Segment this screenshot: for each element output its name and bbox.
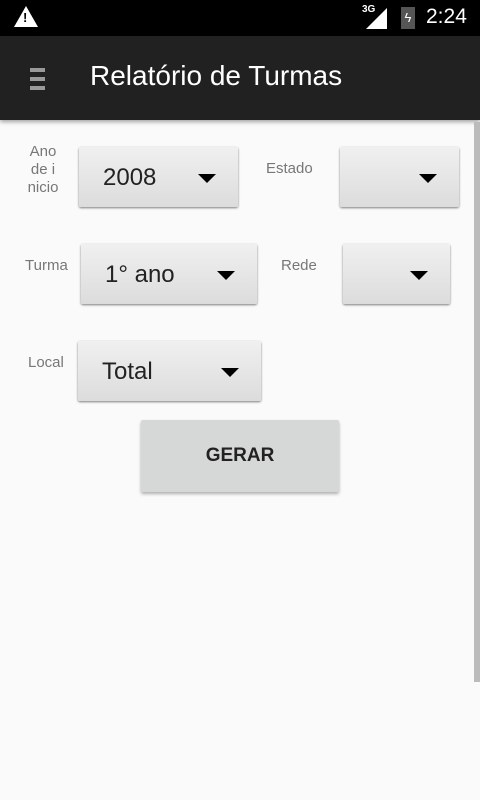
dropdown-arrow-icon xyxy=(221,368,239,377)
turma-value: 1° ano xyxy=(105,261,175,288)
hamburger-icon[interactable] xyxy=(30,68,45,90)
scrollbar[interactable] xyxy=(474,122,480,682)
estado-label: Estado xyxy=(266,160,313,177)
status-bar: 3G ϟ 2:24 xyxy=(0,0,480,36)
turma-spinner[interactable]: 1° ano xyxy=(81,244,257,304)
local-spinner[interactable]: Total xyxy=(78,341,261,401)
clock: 2:24 xyxy=(426,5,467,28)
local-value: Total xyxy=(102,358,153,385)
ano-label: Ano de i nicio xyxy=(27,143,59,196)
dropdown-arrow-icon xyxy=(217,271,235,280)
gerar-button[interactable]: GERAR xyxy=(141,420,339,492)
dropdown-arrow-icon xyxy=(410,271,428,280)
turma-label: Turma xyxy=(25,257,68,274)
dropdown-arrow-icon xyxy=(419,174,437,183)
page-title: Relatório de Turmas xyxy=(90,60,343,91)
warning-icon xyxy=(14,6,38,27)
app-bar: Relatório de Turmas xyxy=(0,36,480,120)
ano-spinner[interactable]: 2008 xyxy=(79,147,238,207)
rede-label: Rede xyxy=(281,257,317,274)
local-label: Local xyxy=(28,354,64,371)
ano-value: 2008 xyxy=(103,164,157,191)
dropdown-arrow-icon xyxy=(198,174,216,183)
rede-spinner[interactable] xyxy=(343,244,450,304)
estado-spinner[interactable] xyxy=(340,147,459,207)
signal-icon xyxy=(366,8,387,29)
battery-charging-icon: ϟ xyxy=(401,7,415,29)
